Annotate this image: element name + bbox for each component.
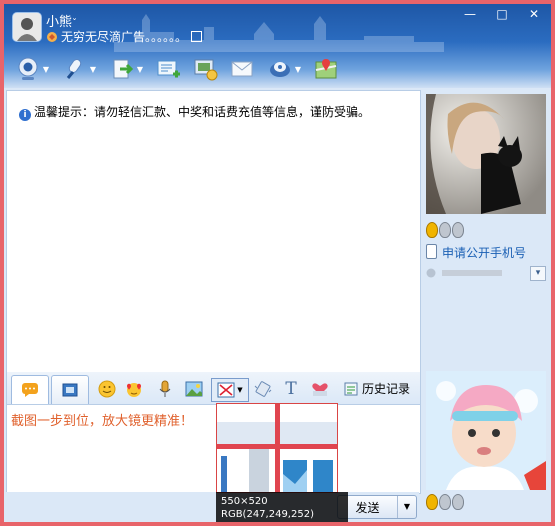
window-header: 小熊ˇ 无穷无尽滴广告。。。。。。 — □ ✕ ▼ ▼ ▼ ▼ [4, 4, 551, 88]
window-controls: — □ ✕ [457, 6, 547, 22]
chevron-down-icon[interactable]: ▼ [90, 65, 96, 74]
image-icon [185, 381, 203, 397]
phone-link[interactable]: 申请公开手机号 [426, 244, 526, 261]
crown-icon [426, 494, 438, 510]
send-button[interactable]: 发送 ▼ [337, 495, 417, 519]
my-show-photo[interactable] [426, 371, 546, 490]
screenshot-icon [217, 382, 235, 398]
app-box-button[interactable]: ▼ [262, 54, 306, 84]
gift-heart-icon [312, 383, 328, 396]
status-text-blurred [426, 268, 502, 278]
tab-chat[interactable] [11, 375, 49, 404]
input-toolbar: ▼ T 历史记录 [6, 372, 421, 404]
love-face-icon [127, 383, 141, 397]
chat-window: 小熊ˇ 无穷无尽滴广告。。。。。。 — □ ✕ ▼ ▼ ▼ ▼ i 温馨提示：请… [4, 4, 551, 522]
safety-notice: i 温馨提示：请勿轻信汇款、中奖和话费充值等信息，谨防受骗。 [19, 103, 370, 121]
signature-icon [46, 31, 58, 43]
selection-size: 550×520 [221, 496, 268, 507]
send-mail-button[interactable] [225, 54, 259, 84]
contact-status-row: ▾ [426, 265, 546, 281]
crown-icon [452, 494, 464, 510]
signature-text[interactable]: 无穷无尽滴广告。。。。。。 [61, 30, 187, 44]
history-button[interactable]: 历史记录 [344, 380, 410, 397]
phone-icon [426, 244, 437, 259]
video-call-button[interactable]: ▼ [10, 54, 54, 84]
map-button[interactable] [309, 54, 343, 84]
chat-toolbar: ▼ ▼ ▼ ▼ [10, 52, 343, 86]
map-pin-icon [315, 59, 337, 79]
info-icon: i [19, 109, 31, 121]
shake-window-icon [254, 381, 272, 397]
crown-icon [439, 494, 451, 510]
send-file-icon [113, 59, 134, 79]
magic-emoji-button[interactable] [123, 378, 145, 400]
microphone-icon [159, 380, 171, 397]
chevron-down-icon[interactable]: ▼ [237, 386, 242, 394]
message-area[interactable]: i 温馨提示：请勿轻信汇款、中奖和话费充值等信息，谨防受骗。 [6, 90, 421, 374]
microphone-icon [66, 59, 82, 79]
message-input[interactable]: 截图一步到位，放大镜更精准！ [6, 404, 421, 494]
history-label[interactable]: 历史记录 [362, 382, 410, 396]
safety-notice-text: 温馨提示：请勿轻信汇款、中奖和话费充值等信息，谨防受骗。 [34, 105, 371, 119]
crown-icon [439, 222, 451, 238]
screenshot-button[interactable]: ▼ [211, 378, 249, 402]
chat-bubble-icon [22, 383, 38, 397]
remote-assist-button[interactable] [188, 54, 222, 84]
voice-call-button[interactable]: ▼ [57, 54, 101, 84]
app-box-icon [269, 62, 290, 77]
bottom-bar: 发送 ▼ [6, 492, 419, 522]
webcam-icon [18, 57, 38, 80]
voice-message-button[interactable] [154, 378, 176, 400]
magnified-pixels [217, 404, 337, 492]
smiley-icon [98, 380, 116, 398]
chevron-down-icon[interactable]: ▼ [43, 65, 49, 74]
emoji-button[interactable] [96, 378, 118, 400]
send-image-button[interactable] [183, 378, 205, 400]
chevron-down-icon[interactable]: ▼ [295, 65, 301, 74]
level-badges [426, 222, 464, 238]
signature-line: 无穷无尽滴广告。。。。。。 [46, 28, 203, 45]
magnifier-info: 550×520 RGB(247,249,252) [216, 492, 348, 522]
user-avatar[interactable] [12, 12, 42, 42]
crown-icon [426, 222, 438, 238]
send-options-chevron-icon[interactable]: ▼ [397, 496, 416, 518]
mail-icon [231, 61, 253, 77]
gift-button[interactable] [309, 378, 331, 400]
history-icon [344, 382, 358, 396]
video-tab-icon [62, 383, 78, 397]
remote-desktop-icon [194, 59, 218, 81]
profile-panel: 申请公开手机号 ▾ [422, 90, 551, 522]
create-discussion-button[interactable] [151, 54, 185, 84]
send-file-button[interactable]: ▼ [104, 54, 148, 84]
crown-icon [452, 222, 464, 238]
contact-show-photo[interactable] [426, 94, 546, 214]
signature-edit-icon[interactable] [191, 31, 203, 42]
my-level-badges [426, 494, 464, 510]
tab-video[interactable] [51, 375, 89, 404]
screenshot-magnifier [216, 403, 338, 493]
phone-link-text[interactable]: 申请公开手机号 [442, 246, 526, 260]
text-format-icon: T [285, 379, 297, 399]
font-button[interactable]: T [280, 378, 302, 400]
shake-button[interactable] [252, 378, 274, 400]
minimize-button[interactable]: — [457, 6, 483, 22]
pixel-color: RGB(247,249,252) [221, 509, 314, 520]
add-chat-icon [157, 60, 180, 78]
status-dropdown[interactable]: ▾ [530, 266, 546, 281]
message-input-text[interactable]: 截图一步到位，放大镜更精准！ [11, 410, 193, 429]
maximize-button[interactable]: □ [489, 6, 515, 22]
close-button[interactable]: ✕ [521, 6, 547, 22]
chevron-down-icon[interactable]: ▼ [137, 65, 143, 74]
